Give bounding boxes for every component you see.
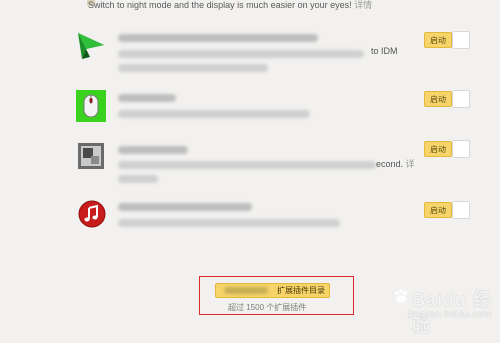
enable-button[interactable]: 启动 <box>424 32 452 48</box>
night-mode-description: Switch to night mode and the display is … <box>88 0 372 11</box>
baidu-watermark: Baidu 经验 jingyan.baidu.com <box>392 286 492 336</box>
enable-button[interactable]: 启动 <box>424 141 452 157</box>
extension-count-text: 超过 1500 个扩展插件 <box>228 303 307 312</box>
music-note-red-icon <box>78 200 106 228</box>
extension-item-music: 启动 <box>0 199 500 249</box>
catalog-prefix-redacted <box>224 287 268 294</box>
enable-button[interactable]: 启动 <box>424 202 452 218</box>
extension-description-line2-redacted <box>118 175 158 183</box>
extension-catalog-button[interactable]: 扩展插件目录 <box>215 283 330 298</box>
extension-title-redacted <box>118 146 188 154</box>
enable-button[interactable]: 启动 <box>424 91 452 107</box>
idm-green-arrow-icon <box>76 31 106 61</box>
extension-description-redacted <box>118 219 340 227</box>
extension-title-redacted <box>118 94 176 102</box>
night-mode-description-text: Switch to night mode and the display is … <box>88 0 352 10</box>
extension-title-redacted <box>118 34 318 42</box>
extension-toggle[interactable] <box>452 140 470 158</box>
extension-description-tail-text: econd. <box>376 159 404 169</box>
night-mode-details-link[interactable]: 详情 <box>354 0 372 10</box>
extension-description-tail: to IDM <box>371 46 398 56</box>
screen-capture-icon <box>78 143 104 169</box>
extension-description-redacted <box>118 161 376 169</box>
extension-description-redacted <box>118 110 310 118</box>
extension-description-line2-redacted <box>118 64 268 72</box>
extension-toggle[interactable] <box>452 201 470 219</box>
extension-item-mouse-gesture: 启动 <box>0 88 500 138</box>
extension-toggle[interactable] <box>452 31 470 49</box>
watermark-site: jingyan.baidu.com <box>408 310 492 320</box>
mouse-gesture-icon <box>76 90 106 122</box>
extension-catalog-label: 扩展插件目录 <box>277 286 325 295</box>
extension-item-idm: to IDM 启动 <box>0 30 500 80</box>
extension-description-tail: econd. 详 <box>376 157 415 170</box>
baidu-paw-icon <box>395 289 407 303</box>
extension-title-redacted <box>118 203 252 211</box>
extension-description-redacted <box>118 50 364 58</box>
extension-toggle[interactable] <box>452 90 470 108</box>
extension-item-screen-capture: econd. 详 启动 <box>0 140 500 191</box>
extension-details-link[interactable]: 详 <box>406 159 415 169</box>
